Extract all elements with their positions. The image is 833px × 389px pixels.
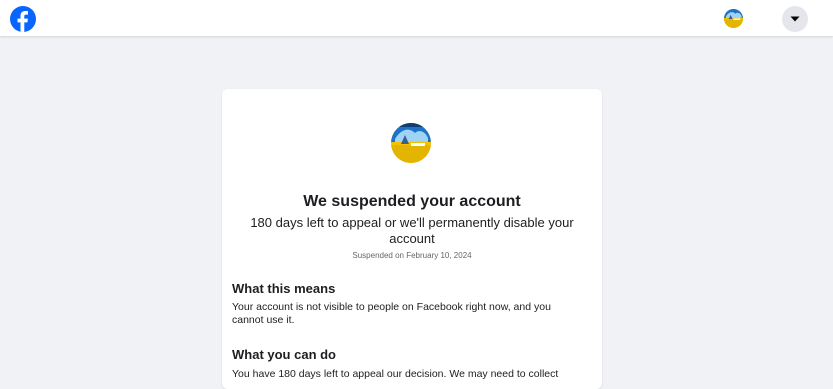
section-heading-what-this-means: What this means xyxy=(232,281,336,296)
account-menu-button[interactable] xyxy=(782,6,808,32)
suspension-date: Suspended on February 10, 2024 xyxy=(352,251,472,260)
profile-avatar[interactable] xyxy=(724,9,743,28)
profile-avatar xyxy=(391,123,431,163)
section-heading-what-you-can-do: What you can do xyxy=(232,347,336,362)
section-body-what-you-can-do: You have 180 days left to appeal our dec… xyxy=(232,368,559,380)
caret-down-icon xyxy=(790,16,800,22)
facebook-logo-icon[interactable] xyxy=(10,6,36,32)
suspension-card: We suspended your account 180 days left … xyxy=(222,89,602,389)
section-body-what-this-means: Your account is not visible to people on… xyxy=(232,301,551,326)
top-navigation-bar xyxy=(0,0,833,36)
page-subtitle: 180 days left to appeal or we'll permane… xyxy=(250,215,574,246)
page-title: We suspended your account xyxy=(303,193,521,210)
